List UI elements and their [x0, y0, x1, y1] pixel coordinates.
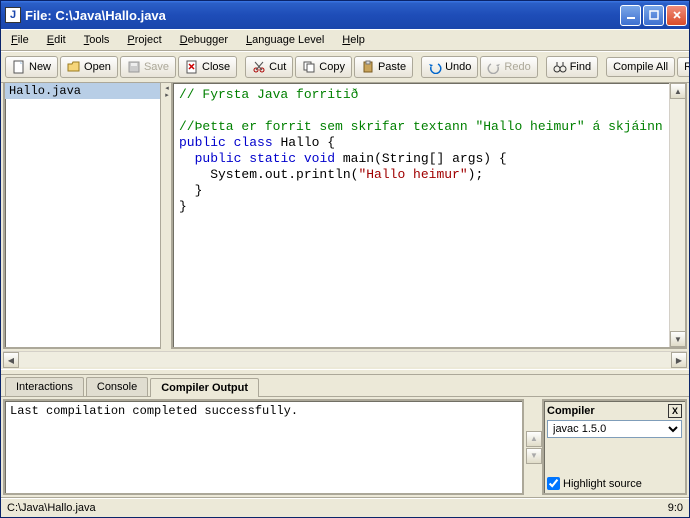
bottom-tabs: Interactions Console Compiler Output	[1, 375, 689, 397]
undo-button[interactable]: Undo	[421, 56, 478, 78]
editor-pane: // Fyrsta Java forritið //Þetta er forri…	[171, 83, 687, 349]
new-label: New	[29, 61, 51, 73]
reset-button[interactable]: Rese	[677, 57, 689, 77]
compiler-select[interactable]: javac 1.5.0	[547, 420, 682, 438]
statusbar: C:\Java\Hallo.java 9:0	[1, 497, 689, 517]
floppy-icon	[127, 60, 141, 74]
clipboard-icon	[361, 60, 375, 74]
undo-icon	[428, 60, 442, 74]
highlight-source-checkbox[interactable]	[547, 477, 560, 490]
scroll-down-icon[interactable]: ▼	[670, 331, 686, 347]
tab-console[interactable]: Console	[86, 377, 148, 396]
file-list-pane: Hallo.java	[3, 83, 161, 349]
editor-vertical-scrollbar[interactable]: ▲ ▼	[669, 83, 685, 347]
menu-language-level[interactable]: Language Level	[240, 32, 330, 48]
code-editor[interactable]: // Fyrsta Java forritið //Þetta er forri…	[173, 83, 669, 347]
output-next-icon[interactable]: ▼	[526, 448, 542, 464]
editor-horizontal-scrollbar[interactable]: ◀ ▶	[3, 351, 687, 367]
copy-button[interactable]: Copy	[295, 56, 352, 78]
menu-edit[interactable]: Edit	[41, 32, 72, 48]
save-label: Save	[144, 61, 169, 73]
scroll-left-icon[interactable]: ◀	[3, 352, 19, 368]
menu-help[interactable]: Help	[336, 32, 371, 48]
menu-project[interactable]: Project	[121, 32, 167, 48]
main-split: Hallo.java ◂▸ // Fyrsta Java forritið //…	[1, 83, 689, 351]
cut-label: Cut	[269, 61, 286, 73]
file-list-item[interactable]: Hallo.java	[5, 83, 160, 99]
close-button[interactable]	[666, 5, 687, 26]
minimize-button[interactable]	[620, 5, 641, 26]
compile-all-button[interactable]: Compile All	[606, 57, 675, 77]
output-area: Last compilation completed successfully.…	[1, 397, 689, 497]
compiler-panel-close-icon[interactable]: X	[668, 404, 682, 418]
cut-button[interactable]: Cut	[245, 56, 293, 78]
open-label: Open	[84, 61, 111, 73]
output-nav-buttons: ▲ ▼	[526, 397, 542, 497]
paste-label: Paste	[378, 61, 406, 73]
save-button[interactable]: Save	[120, 56, 176, 78]
new-file-icon	[12, 60, 26, 74]
scroll-up-icon[interactable]: ▲	[670, 83, 686, 99]
paste-button[interactable]: Paste	[354, 56, 413, 78]
close-file-icon	[185, 60, 199, 74]
scroll-right-icon[interactable]: ▶	[671, 352, 687, 368]
undo-label: Undo	[445, 61, 471, 73]
copy-icon	[302, 60, 316, 74]
status-path: C:\Java\Hallo.java	[7, 502, 668, 514]
menu-file[interactable]: File	[5, 32, 35, 48]
highlight-source-label: Highlight source	[563, 478, 642, 490]
close-label: Close	[202, 61, 230, 73]
menu-tools[interactable]: Tools	[78, 32, 116, 48]
compiler-panel: Compiler X javac 1.5.0 Highlight source	[542, 399, 687, 495]
redo-icon	[487, 60, 501, 74]
app-icon: J	[5, 7, 21, 23]
output-prev-icon[interactable]: ▲	[526, 431, 542, 447]
redo-button[interactable]: Redo	[480, 56, 537, 78]
redo-label: Redo	[504, 61, 530, 73]
binoculars-icon	[553, 60, 567, 74]
open-button[interactable]: Open	[60, 56, 118, 78]
menubar: File Edit Tools Project Debugger Languag…	[1, 29, 689, 51]
menu-debugger[interactable]: Debugger	[174, 32, 234, 48]
folder-open-icon	[67, 60, 81, 74]
window-title: File: C:\Java\Hallo.java	[25, 8, 620, 23]
find-label: Find	[570, 61, 591, 73]
toolbar: New Open Save Close Cut Copy Paste Undo …	[1, 51, 689, 83]
find-button[interactable]: Find	[546, 56, 598, 78]
scissors-icon	[252, 60, 266, 74]
scroll-track[interactable]	[670, 99, 685, 331]
tab-compiler-output[interactable]: Compiler Output	[150, 378, 259, 397]
new-button[interactable]: New	[5, 56, 58, 78]
status-cursor-position: 9:0	[668, 502, 683, 514]
maximize-button[interactable]	[643, 5, 664, 26]
titlebar: J File: C:\Java\Hallo.java	[1, 1, 689, 29]
vertical-splitter[interactable]: ◂▸	[163, 83, 171, 351]
close-file-button[interactable]: Close	[178, 56, 237, 78]
tab-interactions[interactable]: Interactions	[5, 377, 84, 396]
compiler-heading: Compiler	[547, 405, 595, 417]
scroll-track[interactable]	[19, 352, 671, 367]
compiler-output-text[interactable]: Last compilation completed successfully.	[3, 399, 524, 495]
compile-all-label: Compile All	[613, 61, 668, 73]
copy-label: Copy	[319, 61, 345, 73]
reset-label: Rese	[684, 61, 689, 73]
splitter-arrows-icon: ◂▸	[165, 85, 169, 99]
